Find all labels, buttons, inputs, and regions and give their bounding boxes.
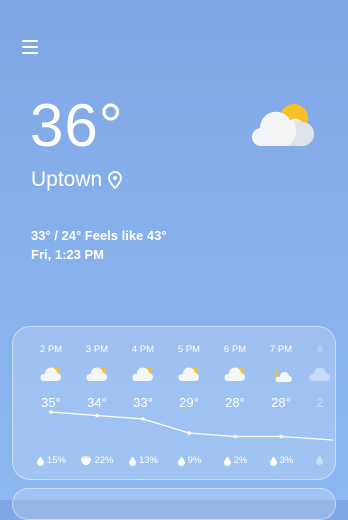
- rain-cup-icon: [81, 456, 92, 465]
- raindrop-icon: [269, 456, 277, 466]
- trend-point: [95, 413, 99, 418]
- raindrop-icon: [223, 456, 231, 466]
- hour-time: 5 PM: [177, 344, 201, 355]
- location-pin-icon: [108, 171, 123, 189]
- trend-point: [141, 417, 145, 421]
- hour-temp: 2: [316, 395, 324, 410]
- hour-time: 3 PM: [85, 344, 109, 355]
- precip-value: 22%: [94, 455, 114, 466]
- hour-precip: 15%: [28, 455, 74, 467]
- precip-value: 9%: [187, 455, 202, 466]
- precip-value: 13%: [138, 455, 158, 466]
- hour-temp: 35°: [41, 395, 61, 410]
- hour-precip: 22%: [74, 455, 120, 467]
- precip-value: 15%: [46, 455, 66, 466]
- current-temperature: 36°: [30, 92, 124, 159]
- trend-point: [187, 431, 191, 435]
- hour-time: 6 PM: [223, 344, 247, 355]
- hi-lo-feels-like: 33° / 24° Feels like 43°: [31, 228, 167, 243]
- location-row[interactable]: Uptown: [31, 168, 123, 192]
- hour-precip: [297, 455, 335, 465]
- partly-cloudy-day-icon: [178, 367, 199, 381]
- hour-time: 2 PM: [39, 344, 63, 355]
- precip-value: 3%: [279, 455, 294, 466]
- sun-behind-cloud-icon: [252, 104, 314, 147]
- date-time: Fri, 1:23 PM: [31, 247, 104, 262]
- hour-precip: 2%: [212, 455, 258, 467]
- precip-value: 2%: [233, 455, 248, 466]
- trend-point: [279, 434, 283, 439]
- daily-forecast-card[interactable]: [12, 488, 336, 520]
- cloud-icon: [309, 367, 330, 381]
- moon-icon: [275, 367, 292, 382]
- partly-cloudy-day-icon: [40, 367, 61, 381]
- hour-temp: 29°: [179, 395, 199, 410]
- hour-time: 4 PM: [131, 344, 155, 355]
- partly-cloudy-day-icon: [132, 367, 153, 381]
- hour-precip: 13%: [120, 455, 166, 467]
- raindrop-icon: [315, 455, 323, 465]
- hourly-forecast-card[interactable]: 2 PM 35° 15% 3 PM 34° 22% 4 PM 33° 13% 5…: [12, 326, 336, 480]
- hour-time: 8: [317, 344, 323, 355]
- hour-temp: 28°: [225, 395, 245, 410]
- location-name: Uptown: [31, 168, 103, 191]
- hour-temp: 34°: [87, 395, 107, 410]
- raindrop-icon: [36, 456, 44, 466]
- hamburger-menu-icon[interactable]: [22, 38, 40, 54]
- raindrop-icon: [177, 456, 185, 466]
- trend-point: [233, 434, 237, 439]
- hour-temp: 33°: [133, 395, 153, 410]
- partly-cloudy-day-icon: [224, 367, 245, 381]
- hour-precip: 9%: [166, 455, 212, 467]
- partly-cloudy-day-icon: [86, 367, 107, 381]
- raindrop-icon: [128, 456, 136, 466]
